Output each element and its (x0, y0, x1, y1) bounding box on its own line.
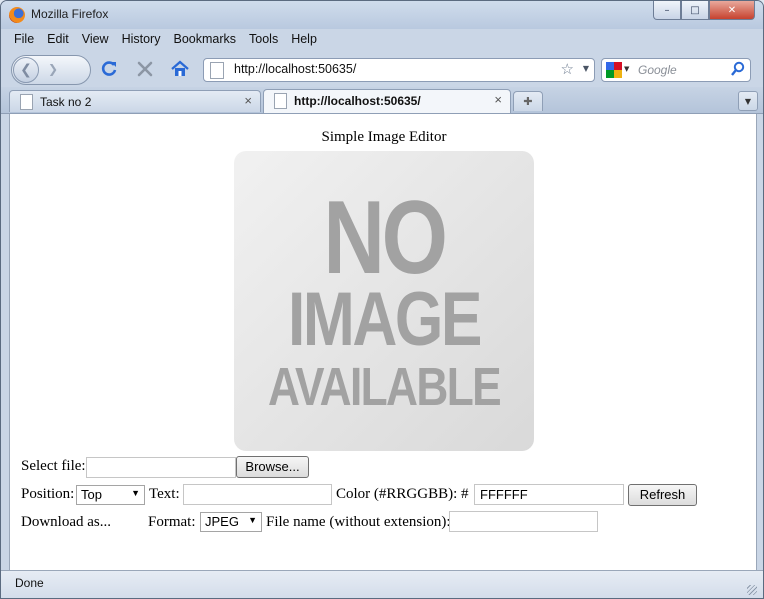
address-text: http://localhost:50635/ (234, 62, 357, 76)
minimize-button[interactable]: – (653, 1, 681, 20)
page-icon (274, 93, 287, 109)
list-all-tabs-button[interactable]: ▼ (738, 91, 758, 111)
menu-history[interactable]: History (114, 29, 166, 51)
search-placeholder: Google (638, 63, 677, 77)
select-file-label: Select file: (21, 458, 86, 474)
placeholder-text-line: AVAILABLE (267, 357, 502, 417)
firefox-icon (9, 7, 25, 23)
history-dropdown-icon[interactable]: ▼ (583, 64, 589, 73)
menu-bookmarks[interactable]: Bookmarks (165, 29, 241, 51)
engine-dropdown-icon[interactable]: ▼ (624, 65, 629, 73)
title-bar: Mozilla Firefox – □ ✕ (1, 1, 763, 29)
menu-file[interactable]: File (1, 29, 39, 51)
menu-bar: File Edit View History Bookmarks Tools H… (1, 29, 763, 51)
new-tab-button[interactable]: ✚ (513, 91, 543, 111)
plus-icon: ✚ (523, 95, 533, 108)
bookmark-star-icon[interactable]: ☆ (561, 60, 574, 78)
menu-edit[interactable]: Edit (39, 29, 74, 51)
menu-view[interactable]: View (74, 29, 114, 51)
tab-label: Task no 2 (40, 95, 92, 109)
browse-button[interactable]: Browse... (236, 456, 309, 478)
no-image-placeholder: NO IMAGE AVAILABLE (234, 151, 534, 451)
status-bar: Done (1, 570, 763, 598)
back-arrow-icon: ❮ (20, 62, 32, 78)
tab-task-no-2[interactable]: Task no 2 × (9, 90, 261, 112)
back-button[interactable]: ❮ (13, 57, 39, 83)
tab-localhost[interactable]: http://localhost:50635/ × (263, 89, 511, 113)
search-bar[interactable]: ▼ Google (601, 58, 751, 82)
stop-icon (137, 61, 153, 77)
format-label: Format: (148, 514, 196, 530)
tab-label: http://localhost:50635/ (294, 94, 421, 108)
file-name-label: File name (without extension): (266, 514, 451, 530)
position-select[interactable]: Top ▼ (76, 485, 145, 505)
maximize-button[interactable]: □ (681, 1, 709, 20)
home-button[interactable] (168, 57, 192, 81)
text-label: Text: (149, 486, 180, 502)
chevron-down-icon: ▼ (131, 488, 140, 498)
file-path-input[interactable] (86, 457, 236, 478)
stop-button[interactable] (133, 57, 157, 81)
format-value: JPEG (205, 514, 239, 529)
file-name-input[interactable] (449, 511, 598, 532)
search-icon[interactable] (730, 61, 746, 77)
tab-close-icon[interactable]: × (494, 92, 502, 107)
reload-button[interactable] (97, 57, 121, 81)
address-bar[interactable]: http://localhost:50635/ ☆ ▼ (203, 58, 595, 82)
color-input[interactable]: FFFFFF (474, 484, 624, 505)
download-as-label: Download as... (21, 514, 111, 530)
position-value: Top (81, 487, 102, 502)
chevron-down-icon: ▼ (744, 96, 752, 106)
resize-grip-icon[interactable] (747, 585, 757, 595)
color-label: Color (#RRGGBB): # (336, 486, 469, 502)
google-engine-icon[interactable] (606, 62, 622, 78)
tab-strip: Task no 2 × http://localhost:50635/ × ✚ … (1, 87, 763, 114)
back-forward-group: ❮ ❯ (11, 55, 91, 85)
reload-icon (101, 61, 117, 76)
placeholder-text-line: IMAGE (288, 277, 482, 362)
forward-arrow-icon: ❯ (48, 62, 59, 76)
chevron-down-icon: ▼ (248, 515, 257, 525)
page-icon (210, 62, 224, 79)
close-button[interactable]: ✕ (709, 1, 755, 20)
browser-window: Mozilla Firefox – □ ✕ File Edit View His… (0, 0, 764, 599)
format-select[interactable]: JPEG ▼ (200, 512, 262, 532)
forward-button[interactable]: ❯ (48, 62, 58, 76)
refresh-button[interactable]: Refresh (628, 484, 697, 506)
position-label: Position: (21, 486, 75, 502)
menu-help[interactable]: Help (283, 29, 322, 51)
page-title: Simple Image Editor (321, 129, 447, 145)
tab-close-icon[interactable]: × (244, 93, 252, 108)
window-title: Mozilla Firefox (31, 7, 109, 21)
page-content: Simple Image Editor NO IMAGE AVAILABLE S… (9, 114, 757, 570)
home-icon (171, 60, 189, 76)
navigation-toolbar: ❮ ❯ http://localhost:50635/ ☆ ▼ ▼ Google (1, 51, 763, 87)
page-icon (20, 94, 33, 110)
menu-tools[interactable]: Tools (241, 29, 283, 51)
text-input[interactable] (183, 484, 332, 505)
status-text: Done (15, 576, 44, 590)
